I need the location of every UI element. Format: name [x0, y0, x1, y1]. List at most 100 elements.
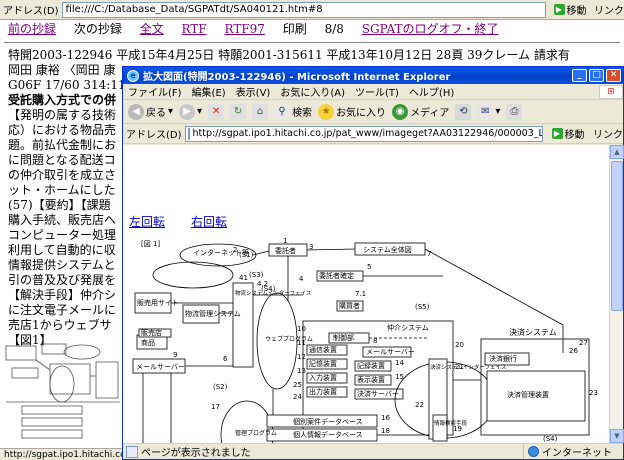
abstract-line: 題。前払代金制にお: [8, 138, 116, 153]
abstract-line: 情報提供システムと: [8, 258, 116, 273]
ref-number: 24: [293, 393, 302, 401]
db-individual-label: 個別案件データベース: [293, 417, 363, 426]
consign-confirm-label: 委託者確定: [319, 271, 354, 280]
popup-address-bar: アドレス(D) http://sgpat.ipo1.hitachi.co.jp/…: [123, 124, 623, 144]
abstract-line: 【解決手段】仲介シ: [8, 288, 116, 303]
history-button[interactable]: ⟲: [452, 102, 474, 122]
stop-button[interactable]: ✕: [205, 102, 227, 122]
vertical-scrollbar[interactable]: ▲ ▼: [609, 145, 623, 443]
record-device-label: 記録装置: [357, 361, 385, 370]
background-address-input[interactable]: file:///C:/Database_Data/SGPATdt/SA04012…: [62, 2, 546, 18]
home-icon: ⌂: [252, 104, 268, 120]
ref-number: 8: [373, 337, 377, 345]
menu-view[interactable]: 表示(V): [231, 84, 276, 99]
fig-label: [図 1]: [141, 240, 160, 248]
prev-abstract-link[interactable]: 前の抄録: [8, 22, 56, 36]
s4b-label: (S4): [543, 435, 558, 443]
broker-system-label: 仲介システム: [387, 323, 429, 332]
ref-number: 25: [293, 381, 302, 389]
search-icon: ⚲: [274, 104, 290, 120]
display-device-label: 表示装置: [357, 375, 385, 384]
ref-number: 15: [395, 373, 404, 381]
sales-site-label: 販売用サイト: [137, 298, 179, 307]
abstract-line: 購入手続、販売店へ: [8, 213, 116, 228]
ref-number: 13: [297, 367, 306, 375]
favorites-button[interactable]: ★ お気に入り: [315, 102, 389, 122]
mail-server-label: メールサーバー: [136, 363, 185, 371]
favorites-label: お気に入り: [336, 104, 386, 119]
popup-content: 左回転 右回転: [123, 145, 609, 443]
logoff-link[interactable]: SGPATのログオフ・終了: [362, 22, 499, 36]
rtf97-link[interactable]: RTF97: [225, 22, 265, 36]
status-message: ページが表示されました: [141, 444, 523, 459]
popup-title-bar[interactable]: e 拡大図面(特開2003-122946) - Microsoft Intern…: [123, 67, 623, 84]
ref-number: 4.2: [257, 280, 268, 288]
chevron-down-icon: ▾: [495, 106, 500, 117]
go-label: 移動: [565, 126, 585, 141]
ref-number: 27: [579, 339, 588, 347]
ref-number: 7: [427, 250, 431, 258]
ref-number: 7.1: [355, 290, 366, 298]
popup-go-button[interactable]: ▶ 移動: [543, 126, 593, 141]
patent-header-line: 特開2003-122946 平成15年4月25日 特願2001-315611 平…: [8, 48, 570, 63]
media-icon: ◉: [392, 104, 408, 120]
settle-server-label: 決済サーバー: [357, 389, 399, 398]
fulltext-link[interactable]: 全文: [140, 22, 164, 36]
search-button[interactable]: ⚲ 検索: [271, 102, 315, 122]
home-button[interactable]: ⌂: [249, 102, 271, 122]
refresh-button[interactable]: ↻: [227, 102, 249, 122]
background-figure-thumbnail: [2, 340, 124, 448]
menu-tools[interactable]: ツール(T): [350, 84, 404, 99]
abstract-line: 売店1からウェブサ: [8, 318, 112, 333]
page-done-icon: [126, 446, 138, 458]
ref-number: 22: [415, 401, 424, 409]
ref-number: 10: [297, 325, 306, 333]
memory-device-label: 記憶装置: [309, 359, 337, 368]
ref-number: 14: [395, 359, 404, 367]
s5-label: (S5): [415, 303, 430, 311]
mail-button[interactable]: ✉ ▾: [474, 102, 503, 122]
popup-links-button[interactable]: リンク: [593, 126, 623, 141]
close-button[interactable]: ✕: [606, 69, 621, 82]
output-device-label: 出力装置: [309, 387, 337, 396]
back-button[interactable]: ◀ 戻る ▾: [125, 102, 176, 122]
buyer-label: 購買者: [339, 301, 360, 310]
print-button[interactable]: ⎙: [503, 102, 525, 122]
ref-number: 19: [453, 425, 462, 433]
page-icon: [188, 128, 190, 140]
store-label: 販売店: [141, 328, 162, 337]
toolbar: ◀ 戻る ▾ ▶ ▾ ✕ ↻ ⌂ ⚲ 検索 ★ お気に入り ◉ メディア ⟲ ✉…: [123, 100, 623, 124]
rtf-link[interactable]: RTF: [182, 22, 207, 36]
scroll-down-button[interactable]: ▼: [610, 429, 624, 443]
ie-logo-icon: e: [127, 70, 139, 82]
menu-favorites[interactable]: お気に入り(A): [275, 84, 350, 99]
maximize-button[interactable]: □: [589, 69, 604, 82]
scroll-thumb[interactable]: [611, 161, 623, 311]
ref-number: 2: [233, 246, 237, 254]
settle-bank-label: 決済銀行: [489, 354, 517, 363]
ref-number: 26: [569, 347, 578, 355]
info-search-label: 情報検索手段: [434, 419, 468, 427]
mgmt-program-label: 管理プログラム: [235, 429, 277, 437]
popup-address-input[interactable]: http://sgpat.ipo1.hitachi.co.jp/pat_www/…: [185, 126, 543, 142]
menu-file[interactable]: ファイル(F): [123, 84, 187, 99]
scroll-up-button[interactable]: ▲: [610, 145, 624, 159]
ref-number: 12: [297, 353, 306, 361]
address-label: アドレス(D): [0, 2, 62, 17]
next-abstract-text: 次の抄録: [74, 22, 122, 36]
popup-window: e 拡大図面(特開2003-122946) - Microsoft Intern…: [122, 66, 624, 460]
background-links-button[interactable]: リンク: [594, 2, 624, 17]
nav-divider: [4, 42, 620, 43]
menu-edit[interactable]: 編集(E): [187, 84, 231, 99]
db-personal-label: 個人情報データベース: [293, 430, 363, 439]
background-go-button[interactable]: ▶ 移動: [546, 2, 594, 18]
minimize-button[interactable]: _: [572, 69, 587, 82]
menu-help[interactable]: ヘルプ(H): [404, 84, 459, 99]
s1-label: (S1): [239, 251, 254, 259]
settle-interface-label: 決済システムインターフェイス: [430, 363, 506, 371]
background-address-bar: アドレス(D) file:///C:/Database_Data/SGPATdt…: [0, 0, 624, 20]
comm-device-label: 通信装置: [309, 345, 337, 354]
forward-button[interactable]: ▶ ▾: [176, 102, 205, 122]
media-button[interactable]: ◉ メディア: [389, 102, 452, 122]
ref-number: 23: [589, 389, 598, 397]
